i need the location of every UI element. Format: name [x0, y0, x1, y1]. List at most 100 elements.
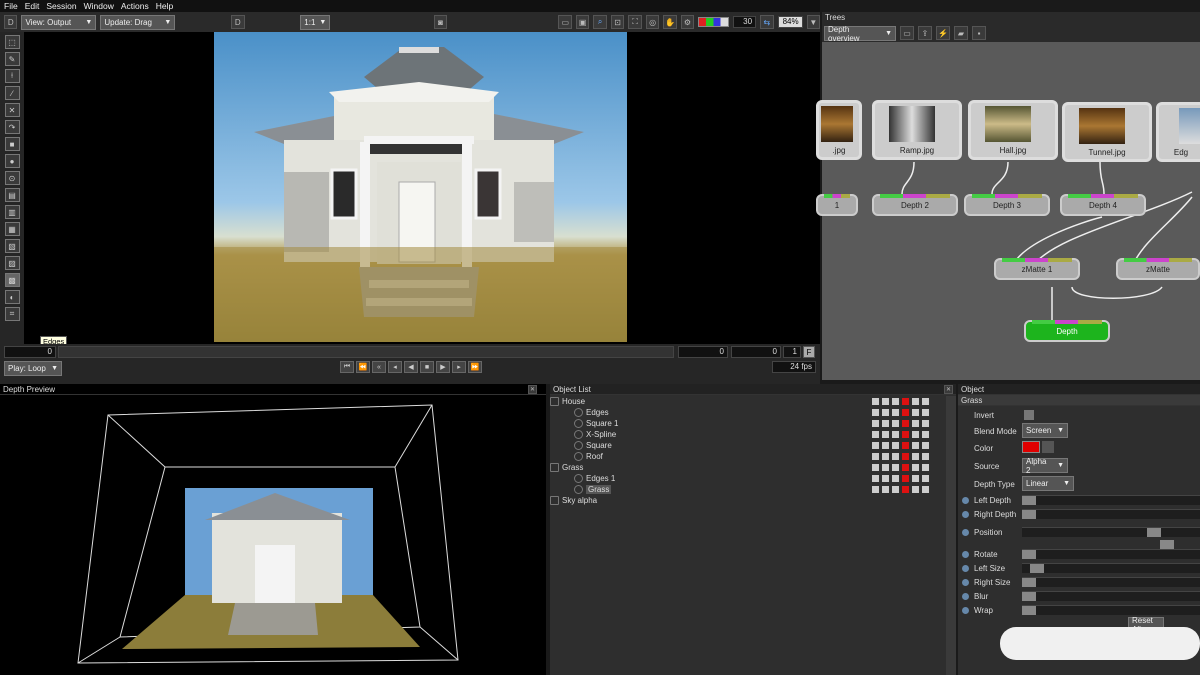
depth-node-1[interactable]: 1 [816, 194, 858, 216]
curve-tool-icon[interactable]: ↷ [4, 120, 20, 134]
menu-window[interactable]: Window [84, 1, 114, 11]
link-icon[interactable] [882, 420, 889, 427]
menu-file[interactable]: File [4, 1, 18, 11]
color-icon[interactable] [902, 464, 909, 471]
channel-selector[interactable] [698, 17, 729, 27]
swap-arrows-icon[interactable]: ⇆ [760, 15, 774, 29]
page-icon[interactable] [922, 431, 929, 438]
preview-close-icon[interactable]: ✕ [528, 385, 537, 394]
depth-node-2[interactable]: Depth 2 [872, 194, 958, 216]
stop-icon[interactable]: ■ [420, 361, 434, 373]
keyframe-icon[interactable] [962, 497, 969, 504]
depthtype-dropdown[interactable]: Linear ▼ [1022, 476, 1074, 491]
color-icon[interactable] [902, 475, 909, 482]
dash-icon[interactable] [912, 409, 919, 416]
prev-step-icon[interactable]: « [372, 361, 386, 373]
play-back-icon[interactable]: ◀ [404, 361, 418, 373]
camera-icon[interactable]: ◙ [433, 15, 448, 29]
slider-knob[interactable] [1022, 578, 1036, 587]
object-list-item[interactable]: Square [550, 441, 956, 452]
view-dropdown[interactable]: View: Output ▼ [21, 14, 97, 30]
page-icon[interactable] [922, 420, 929, 427]
visible-icon[interactable] [872, 453, 879, 460]
hall-tool-icon[interactable]: ▧ [4, 239, 20, 253]
keyframe-icon[interactable] [962, 529, 969, 536]
page-icon[interactable] [922, 409, 929, 416]
target-icon[interactable]: ◎ [645, 15, 660, 29]
fill-tool-icon[interactable]: ▤ [4, 188, 20, 202]
link-icon[interactable] [882, 431, 889, 438]
link-icon[interactable] [882, 409, 889, 416]
tree-node-image[interactable]: .jpg [816, 100, 862, 160]
lock-icon[interactable] [892, 464, 899, 471]
page-icon[interactable] [922, 453, 929, 460]
slider-track[interactable] [1022, 591, 1200, 601]
menu-actions[interactable]: Actions [121, 1, 149, 11]
lock-icon[interactable] [892, 409, 899, 416]
lock-icon[interactable] [892, 420, 899, 427]
tree-node-tunnel[interactable]: Tunnel.jpg [1062, 102, 1152, 162]
slider-knob[interactable] [1030, 564, 1045, 573]
visible-icon[interactable] [872, 409, 879, 416]
depth-preview-panel[interactable]: Depth Preview ✕ [0, 384, 546, 675]
lock-icon[interactable] [892, 486, 899, 493]
dash-icon[interactable] [912, 442, 919, 449]
timeline-scrub-bar[interactable] [58, 346, 674, 358]
keyframe-icon[interactable] [962, 593, 969, 600]
source-dropdown[interactable]: Alpha 2 ▼ [1022, 457, 1068, 475]
color-icon[interactable] [902, 398, 909, 405]
object-list-scrollbar[interactable] [946, 396, 956, 675]
link-icon[interactable] [882, 475, 889, 482]
color-icon[interactable] [902, 420, 909, 427]
zoom-field[interactable]: 84% [777, 16, 803, 28]
lock-icon[interactable] [892, 475, 899, 482]
frame-value-field[interactable]: 30 [732, 16, 757, 28]
color-swatch[interactable] [1022, 441, 1040, 453]
step-field[interactable]: 1 [783, 346, 801, 358]
visible-icon[interactable] [872, 475, 879, 482]
f-button[interactable]: F [803, 346, 815, 358]
color-picker-button[interactable] [1042, 441, 1054, 453]
dash-icon[interactable] [912, 464, 919, 471]
prev-key-icon[interactable]: ⏪ [356, 361, 370, 373]
overlay-icon[interactable]: ▣ [575, 15, 590, 29]
page-icon[interactable] [922, 442, 929, 449]
brush-tool-icon[interactable]: ∕ [4, 86, 20, 100]
object-list-item[interactable]: House [550, 397, 956, 408]
slider-knob[interactable] [1022, 592, 1036, 601]
zmatte-node-2[interactable]: zMatte [1116, 258, 1200, 280]
blend-dropdown[interactable]: Screen ▼ [1022, 423, 1068, 438]
visible-icon[interactable] [872, 398, 879, 405]
visible-icon[interactable] [872, 431, 879, 438]
object-list-item[interactable]: Roof [550, 452, 956, 463]
hand-icon[interactable]: ✋ [663, 15, 677, 29]
lock-icon[interactable] [892, 453, 899, 460]
slider-track[interactable] [1022, 495, 1200, 505]
viewer-canvas[interactable]: Edges [24, 32, 820, 347]
overlay-scroll-handle[interactable] [1000, 627, 1200, 660]
back-frame-icon[interactable]: ◂ [388, 361, 402, 373]
ratio-dropdown[interactable]: 1:1 ▼ [300, 14, 331, 30]
dash-icon[interactable] [912, 475, 919, 482]
circle-tool-icon[interactable]: ● [4, 154, 20, 168]
spline-tool-icon[interactable]: ✕ [4, 103, 20, 117]
color-icon[interactable] [902, 453, 909, 460]
link-icon[interactable] [882, 486, 889, 493]
slider-track[interactable] [1022, 509, 1200, 519]
next-frame-icon[interactable]: ▸ [452, 361, 466, 373]
menu-help[interactable]: Help [156, 1, 173, 11]
depth-output-node[interactable]: Depth [1024, 320, 1110, 342]
dash-icon[interactable] [912, 420, 919, 427]
end-frame-field[interactable]: 0 [731, 346, 781, 358]
update-dropdown[interactable]: Update: Drag ▼ [100, 14, 176, 30]
visible-icon[interactable] [872, 464, 879, 471]
slider-knob[interactable] [1022, 496, 1036, 505]
fit-icon[interactable]: ⊡ [610, 15, 625, 29]
slider-track[interactable] [1022, 549, 1200, 559]
color-icon[interactable] [902, 431, 909, 438]
link-icon[interactable] [882, 453, 889, 460]
keyframe-icon[interactable] [962, 565, 969, 572]
slider-knob[interactable] [1022, 510, 1036, 519]
object-list-item[interactable]: Sky alpha [550, 496, 956, 507]
object-list-item[interactable]: Square 1 [550, 419, 956, 430]
